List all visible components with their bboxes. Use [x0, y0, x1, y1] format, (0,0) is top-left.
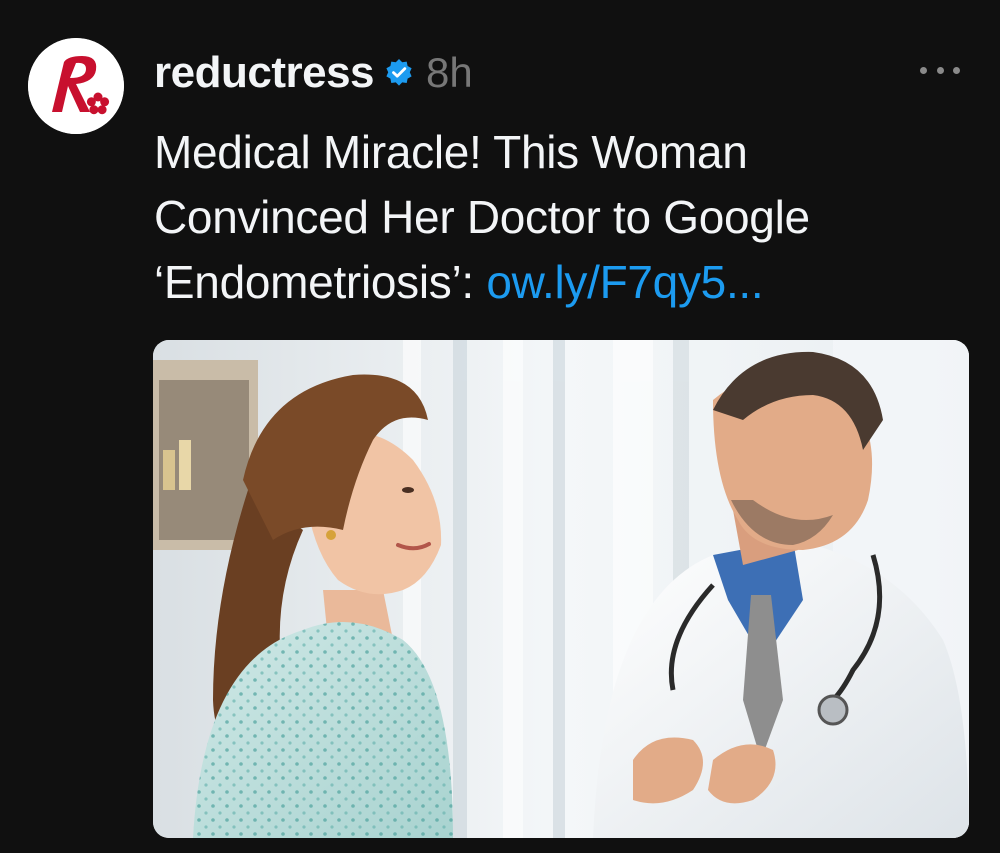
- author-username[interactable]: reductress: [154, 48, 375, 98]
- post-header: reductress 8h: [154, 44, 473, 102]
- post-caption: Medical Miracle! This Woman Convinced He…: [154, 120, 974, 315]
- post-image[interactable]: [153, 340, 969, 838]
- post-timestamp[interactable]: 8h: [426, 49, 473, 97]
- more-dot: [953, 66, 960, 74]
- author-avatar[interactable]: [28, 38, 124, 134]
- thread-post: reductress 8h Medical Miracle! This Woma…: [0, 0, 1000, 853]
- verified-badge-icon: [384, 58, 414, 88]
- reductress-logo-icon: [28, 38, 124, 134]
- post-photo: [153, 340, 969, 838]
- more-dot: [936, 66, 944, 74]
- more-options-icon[interactable]: [920, 56, 960, 84]
- more-dot: [920, 66, 927, 74]
- caption-link[interactable]: ow.ly/F7qy5...: [486, 256, 763, 308]
